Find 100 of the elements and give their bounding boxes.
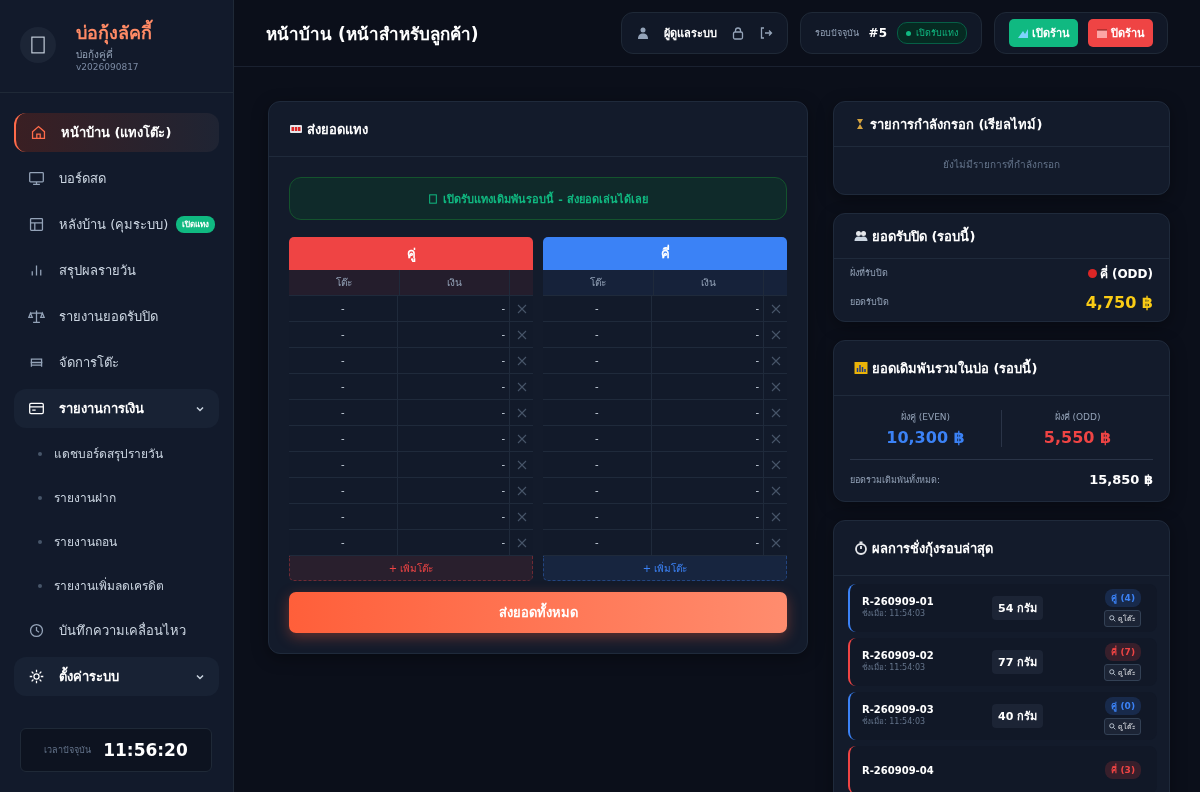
column-header: โต๊ะ xyxy=(543,270,654,295)
amount-cell[interactable]: - xyxy=(397,504,510,529)
remove-icon[interactable] xyxy=(770,407,781,418)
table-cell[interactable]: - xyxy=(543,400,652,425)
amount-cell[interactable]: - xyxy=(651,452,764,477)
sidebar-group[interactable]: รายงานการเงิน xyxy=(14,389,219,428)
amount-cell[interactable]: - xyxy=(397,348,510,373)
table-cell[interactable]: - xyxy=(543,348,652,373)
table-cell[interactable]: - xyxy=(289,452,398,477)
remove-icon[interactable] xyxy=(770,381,781,392)
amount-cell[interactable]: - xyxy=(397,296,510,321)
table-cell[interactable]: - xyxy=(289,374,398,399)
table-cell[interactable]: - xyxy=(289,400,398,425)
table-cell[interactable]: - xyxy=(289,296,398,321)
table-cell[interactable]: - xyxy=(543,426,652,451)
sidebar-item[interactable]: บอร์ดสด xyxy=(14,159,219,198)
table-cell[interactable]: - xyxy=(543,374,652,399)
brand-subtitle: บ่อกุ้งคู่คี่ xyxy=(76,47,114,62)
remove-icon[interactable] xyxy=(770,433,781,444)
remove-icon[interactable] xyxy=(770,485,781,496)
side-total: 5,550 ฿ xyxy=(1043,428,1112,447)
amount-cell[interactable]: - xyxy=(397,530,510,555)
search-icon xyxy=(1109,723,1116,730)
amount-cell[interactable]: - xyxy=(397,426,510,451)
version-text: v2026090817 xyxy=(76,62,140,72)
table-cell[interactable]: - xyxy=(289,348,398,373)
result-badge: คี่ (7) xyxy=(1105,643,1141,661)
add-table-button[interactable]: + เพิ่มโต๊ะ xyxy=(289,556,533,581)
amount-cell[interactable]: - xyxy=(651,426,764,451)
sidebar-group[interactable]: ตั้งค่าระบบ xyxy=(14,657,219,696)
amount-cell[interactable]: - xyxy=(651,478,764,503)
round-status: เปิดรับแทง xyxy=(897,22,967,44)
amount-cell[interactable]: - xyxy=(651,296,764,321)
remove-icon[interactable] xyxy=(770,537,781,548)
remove-icon[interactable] xyxy=(516,511,527,522)
remove-icon[interactable] xyxy=(516,329,527,340)
notice-banner: เปิดรับแทงเดิมพันรอบนี้ - ส่งยอดเล่นได้เลย xyxy=(289,177,787,220)
remove-icon[interactable] xyxy=(516,355,527,366)
table-cell[interactable]: - xyxy=(543,296,652,321)
column-header: โต๊ะ xyxy=(289,270,400,295)
sidebar-subitem[interactable]: รายงานฝาก xyxy=(14,479,219,516)
sidebar-item[interactable]: บันทึกความเคลื่อนไหว xyxy=(14,611,219,650)
sidebar-subitem[interactable]: แดชบอร์ดสรุปรายวัน xyxy=(14,435,219,472)
round-id: R-260909-02 xyxy=(862,650,935,661)
hourglass-icon xyxy=(854,118,866,130)
lock-icon[interactable] xyxy=(730,26,745,40)
remove-icon[interactable] xyxy=(770,355,781,366)
nav-icon xyxy=(30,124,47,141)
sidebar-item[interactable]: จัดการโต๊ะ xyxy=(14,343,219,382)
amount-cell[interactable]: - xyxy=(651,530,764,555)
remove-icon[interactable] xyxy=(770,303,781,314)
remove-icon[interactable] xyxy=(770,459,781,470)
remove-icon[interactable] xyxy=(770,329,781,340)
amount-cell[interactable]: - xyxy=(651,322,764,347)
table-cell[interactable]: - xyxy=(289,322,398,347)
amount-cell[interactable]: - xyxy=(651,348,764,373)
remove-icon[interactable] xyxy=(770,511,781,522)
table-cell[interactable]: - xyxy=(289,504,398,529)
table-cell[interactable]: - xyxy=(543,452,652,477)
amount-cell[interactable]: - xyxy=(397,478,510,503)
search-icon xyxy=(1109,669,1116,676)
field-label: ยอดรับปิด xyxy=(850,296,889,309)
sidebar-subitem[interactable]: รายงานถอน xyxy=(14,523,219,560)
remove-icon[interactable] xyxy=(516,537,527,548)
sidebar-item[interactable]: หลังบ้าน (คุมระบบ) เปิดแทง xyxy=(14,205,219,244)
amount-cell[interactable]: - xyxy=(397,374,510,399)
remove-icon[interactable] xyxy=(516,433,527,444)
table-cell[interactable]: - xyxy=(543,530,652,555)
remove-icon[interactable] xyxy=(516,381,527,392)
table-cell[interactable]: - xyxy=(543,504,652,529)
add-table-button[interactable]: + เพิ่มโต๊ะ xyxy=(543,556,787,581)
sidebar-item[interactable]: รายงานยอดรับปิด xyxy=(14,297,219,336)
amount-cell[interactable]: - xyxy=(397,400,510,425)
weigh-time: ชั่งเมื่อ: 11:54:03 xyxy=(862,715,927,728)
sidebar-item[interactable]: หน้าบ้าน (แทงโต๊ะ) xyxy=(14,113,219,152)
table-cell[interactable]: - xyxy=(543,478,652,503)
table-cell[interactable]: - xyxy=(289,478,398,503)
total-label: ยอดรวมเดิมพันทั้งหมด: xyxy=(850,473,941,487)
amount-cell[interactable]: - xyxy=(397,322,510,347)
nav-icon xyxy=(28,622,45,639)
page-title: หน้าบ้าน (หน้าสำหรับลูกค้า) xyxy=(266,22,479,47)
side-label: ฝั่งคู่ (EVEN) xyxy=(900,410,951,424)
logout-icon[interactable] xyxy=(758,26,773,40)
sidebar-item[interactable]: สรุปผลรายวัน xyxy=(14,251,219,290)
remove-icon[interactable] xyxy=(516,303,527,314)
remove-icon[interactable] xyxy=(516,485,527,496)
remove-icon[interactable] xyxy=(516,407,527,418)
amount-cell[interactable]: - xyxy=(651,400,764,425)
result-badge: คู่ (4) xyxy=(1105,589,1141,607)
table-cell[interactable]: - xyxy=(543,322,652,347)
table-cell[interactable]: - xyxy=(289,530,398,555)
amount-cell[interactable]: - xyxy=(651,374,764,399)
empty-message: ยังไม่มีรายการที่กำลังกรอก xyxy=(942,156,1061,172)
amount-cell[interactable]: - xyxy=(651,504,764,529)
sidebar-subitem[interactable]: รายงานเพิ่มลดเครดิต xyxy=(14,567,219,604)
amount-cell[interactable]: - xyxy=(397,452,510,477)
table-cell[interactable]: - xyxy=(289,426,398,451)
nav-icon xyxy=(28,216,45,233)
remove-icon[interactable] xyxy=(516,459,527,470)
close-shop-button[interactable]: ปิดร้าน xyxy=(1088,19,1153,47)
